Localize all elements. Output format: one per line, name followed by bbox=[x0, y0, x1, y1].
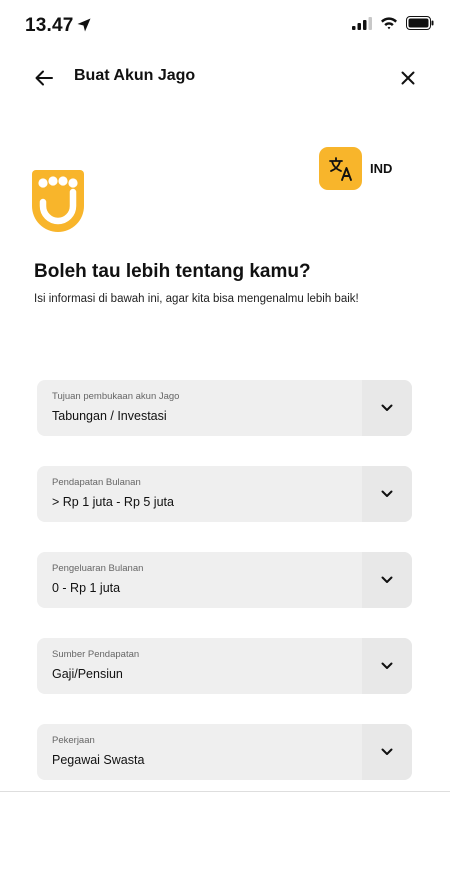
status-indicators bbox=[352, 16, 434, 30]
close-icon bbox=[401, 71, 415, 85]
field-label: Pendapatan Bulanan bbox=[52, 477, 141, 488]
chevron-down-icon bbox=[362, 724, 412, 780]
dropdown-monthly-income[interactable]: Pendapatan Bulanan > Rp 1 juta - Rp 5 ju… bbox=[37, 466, 412, 522]
close-button[interactable] bbox=[396, 66, 420, 90]
back-button[interactable] bbox=[30, 66, 58, 90]
field-value: Pegawai Swasta bbox=[52, 753, 145, 767]
dropdown-account-purpose[interactable]: Tujuan pembukaan akun Jago Tabungan / In… bbox=[37, 380, 412, 436]
translate-icon bbox=[319, 147, 362, 190]
form-subheading: Isi informasi di bawah ini, agar kita bi… bbox=[34, 293, 359, 305]
field-value: Tabungan / Investasi bbox=[52, 409, 167, 423]
field-value: Gaji/Pensiun bbox=[52, 667, 123, 681]
field-label: Pekerjaan bbox=[52, 735, 95, 746]
dropdown-occupation[interactable]: Pekerjaan Pegawai Swasta bbox=[37, 724, 412, 780]
field-label: Sumber Pendapatan bbox=[52, 649, 140, 660]
chevron-down-icon bbox=[362, 638, 412, 694]
field-value: 0 - Rp 1 juta bbox=[52, 581, 121, 595]
top-bar: Buat Akun Jago bbox=[0, 56, 450, 100]
language-label: IND bbox=[370, 161, 393, 176]
form-heading: Boleh tau lebih tentang kamu? bbox=[34, 261, 311, 282]
divider bbox=[0, 791, 450, 792]
status-time: 13.47 bbox=[25, 15, 74, 36]
back-arrow-icon bbox=[35, 70, 53, 86]
language-switch[interactable]: IND bbox=[319, 147, 392, 190]
status-bar: 13.47 bbox=[0, 0, 450, 50]
field-label: Pengeluaran Bulanan bbox=[52, 563, 144, 574]
chevron-down-icon bbox=[362, 380, 412, 436]
battery-icon bbox=[406, 16, 434, 30]
field-value: > Rp 1 juta - Rp 5 juta bbox=[52, 495, 174, 509]
location-arrow-icon bbox=[77, 18, 91, 32]
page-title: Buat Akun Jago bbox=[74, 67, 196, 84]
jago-logo bbox=[32, 170, 84, 232]
field-label: Tujuan pembukaan akun Jago bbox=[52, 391, 180, 402]
chevron-down-icon bbox=[362, 552, 412, 608]
chevron-down-icon bbox=[362, 466, 412, 522]
dropdown-income-source[interactable]: Sumber Pendapatan Gaji/Pensiun bbox=[37, 638, 412, 694]
signal-icon bbox=[352, 16, 372, 30]
wifi-icon bbox=[381, 17, 397, 30]
dropdown-monthly-expense[interactable]: Pengeluaran Bulanan 0 - Rp 1 juta bbox=[37, 552, 412, 608]
